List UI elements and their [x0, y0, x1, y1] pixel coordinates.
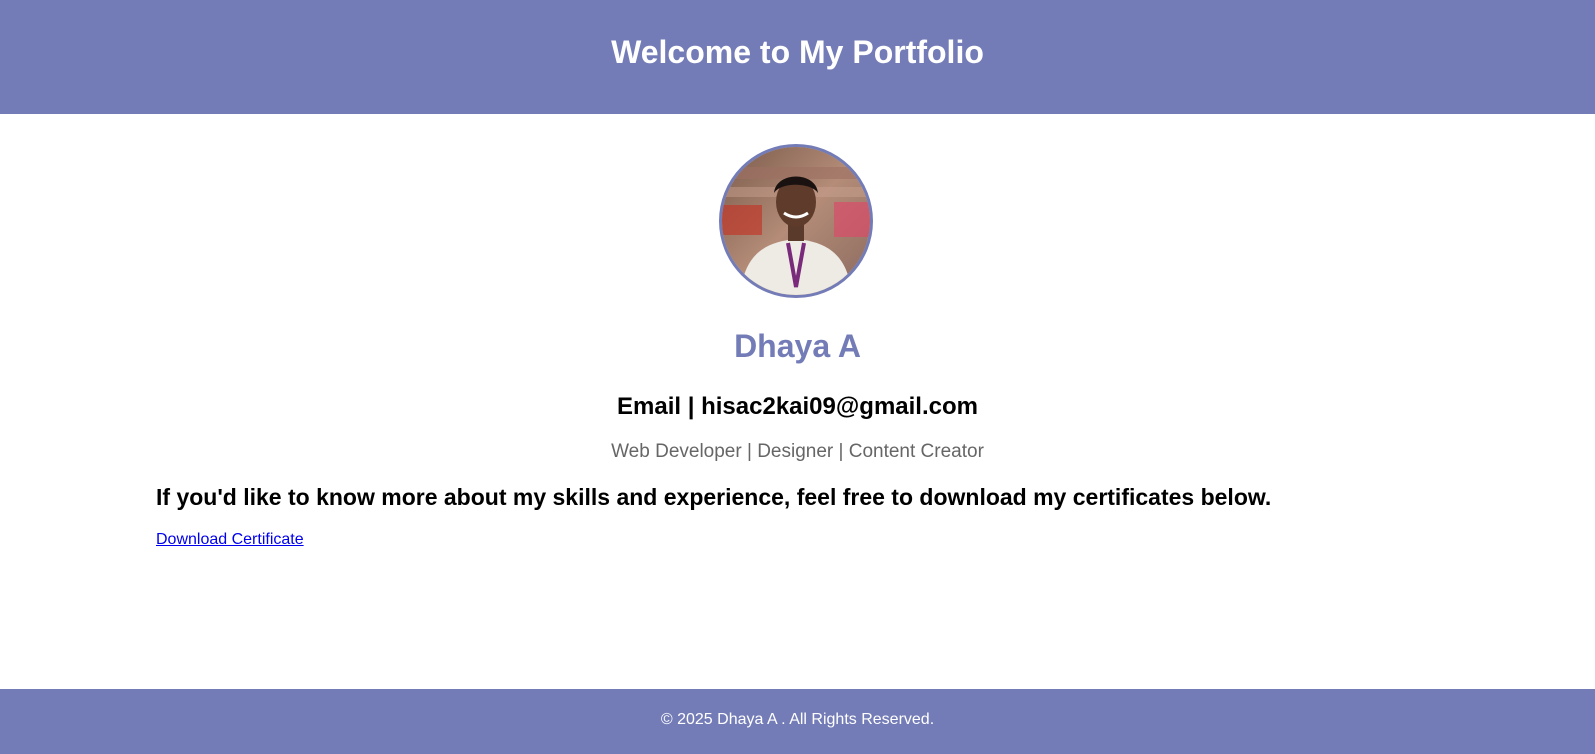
profile-name: Dhaya A [734, 328, 861, 364]
profile-tagline: Web Developer | Designer | Content Creat… [611, 441, 984, 462]
download-certificate-link[interactable]: Download Certificate [156, 531, 304, 549]
page-title: Welcome to My Portfolio [611, 33, 984, 70]
profile-photo-icon [722, 147, 870, 295]
site-footer: © 2025 Dhaya A . All Rights Reserved. [0, 689, 1595, 754]
profile-email: Email | hisac2kai09@gmail.com [617, 393, 978, 420]
footer-copyright: © 2025 Dhaya A . All Rights Reserved. [660, 710, 935, 728]
about-text: If you'd like to know more about my skil… [156, 484, 1272, 510]
site-header: Welcome to My Portfolio [0, 0, 1595, 114]
profile-avatar [719, 144, 873, 298]
main-content: Dhaya A Email | hisac2kai09@gmail.com We… [0, 114, 1595, 689]
